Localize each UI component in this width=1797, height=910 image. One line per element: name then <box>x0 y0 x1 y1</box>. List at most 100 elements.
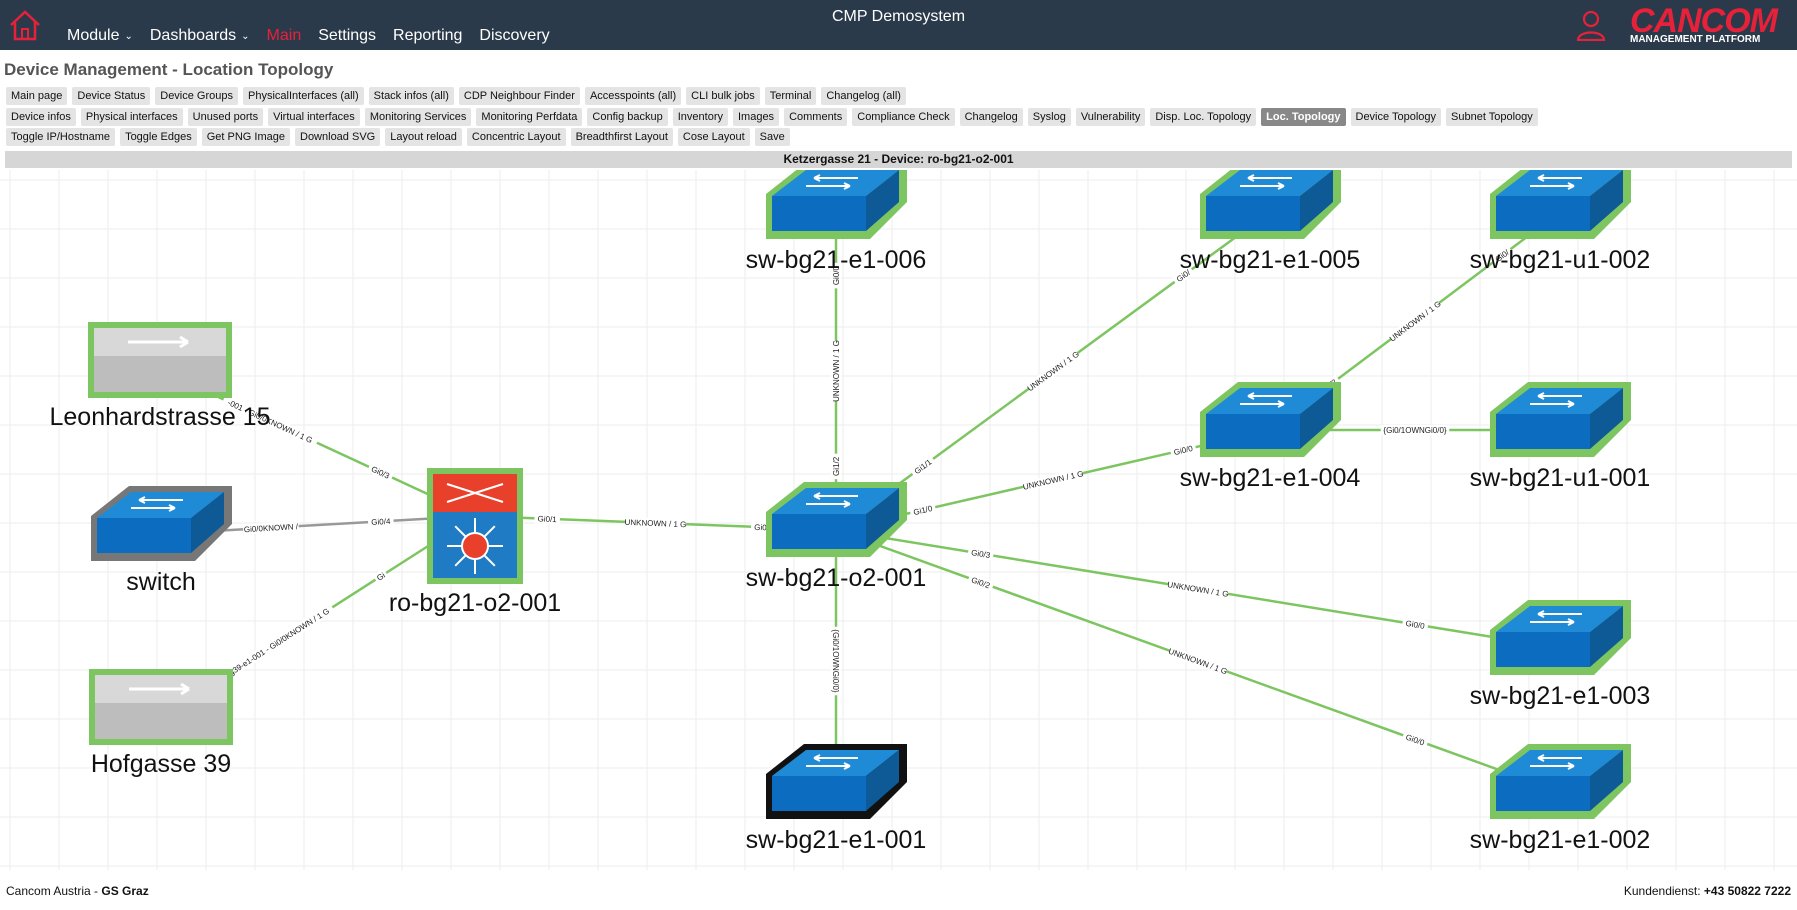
edge-label: UNKNOWN / 1 G <box>832 340 841 402</box>
location-front <box>94 356 226 392</box>
toolbar-button-concentric-layout[interactable]: Concentric Layout <box>466 128 566 146</box>
toolbar-button-main-page[interactable]: Main page <box>6 87 68 105</box>
toolbar-button-changelog-all[interactable]: Changelog (all) <box>821 87 906 105</box>
toolbar-row-main: Main page Device Status Device Groups Physi… <box>6 87 911 105</box>
nodes: Leonhardstrasse 15 Hofgasse 39 switch ro-bg… <box>50 164 1651 854</box>
edge-label: Gi0/3 <box>370 465 392 481</box>
edge-o2-e2[interactable]: Gi0/2 UNKNOWN / 1 G Gi0/0 <box>835 528 1561 794</box>
nav-module[interactable]: Module ⌄ <box>67 27 133 45</box>
toolbar-button-loc-topology[interactable]: Loc. Topology <box>1261 108 1346 126</box>
brand-logo: CANCOM MANAGEMENT PLATFORM <box>1630 3 1790 47</box>
toolbar-button-physicalinterfaces-all[interactable]: PhysicalInterfaces (all) <box>243 87 364 105</box>
topology-canvas[interactable]: -001 - Gi0/0KNOWN / 1 G Gi0/3 Gi0/0KNOWN /… <box>0 164 1797 870</box>
edge-o2-e3[interactable]: Gi0/3 UNKNOWN / 1 G Gi0/0 <box>835 528 1561 650</box>
node-label: sw-bg21-e1-006 <box>746 246 927 274</box>
toolbar-button-breadthfirst-layout[interactable]: Breadthfirst Layout <box>570 128 673 146</box>
switch-front <box>1496 632 1590 667</box>
toolbar-button-device-topology[interactable]: Device Topology <box>1350 108 1442 126</box>
toolbar-button-config-backup[interactable]: Config backup <box>587 108 668 126</box>
toolbar-button-subnet-topology[interactable]: Subnet Topology <box>1446 108 1538 126</box>
edge-label: UNKNOWN / 1 G <box>624 518 686 529</box>
edge-label: Gi0/0 <box>1405 733 1427 748</box>
node-label: sw-bg21-u1-001 <box>1470 464 1651 492</box>
footer-support-phone: +43 50822 7222 <box>1703 884 1791 898</box>
footer-right: Kundendienst: +43 50822 7222 <box>1624 884 1791 898</box>
toolbar-row-device: Device infos Physical interfaces Unused po… <box>6 108 1543 126</box>
toolbar-button-comments[interactable]: Comments <box>784 108 848 126</box>
nav-dashboards[interactable]: Dashboards ⌄ <box>150 27 250 45</box>
switch-front <box>1206 414 1300 449</box>
node-label: ro-bg21-o2-001 <box>389 589 561 617</box>
node-e2[interactable]: sw-bg21-e1-002 <box>1470 744 1651 854</box>
node-u1[interactable]: sw-bg21-u1-001 <box>1470 382 1651 492</box>
toolbar-button-vulnerability[interactable]: Vulnerability <box>1075 108 1146 126</box>
toolbar-button-disp-loc-topology[interactable]: Disp. Loc. Topology <box>1150 108 1257 126</box>
toolbar-button-get-png-image[interactable]: Get PNG Image <box>201 128 290 146</box>
system-name: CMP Demosystem <box>831 8 966 25</box>
toolbar-button-save[interactable]: Save <box>754 128 790 146</box>
edge-label: Gi1/0 <box>913 504 934 517</box>
nav-settings[interactable]: Settings <box>318 27 376 45</box>
node-label: sw-bg21-e1-002 <box>1470 826 1651 854</box>
topology-graph[interactable]: -001 - Gi0/0KNOWN / 1 GGi0/3Gi0/0KNOWN /… <box>0 164 1797 870</box>
nav-main[interactable]: Main <box>267 27 302 45</box>
toolbar-button-monitoring-services[interactable]: Monitoring Services <box>364 108 472 126</box>
toolbar-button-cli-bulk-jobs[interactable]: CLI bulk jobs <box>686 87 760 105</box>
toolbar-button-device-status[interactable]: Device Status <box>72 87 151 105</box>
home-icon[interactable] <box>8 9 42 41</box>
edge-label: Gi0/0 <box>1173 444 1194 457</box>
toolbar-button-images[interactable]: Images <box>732 108 780 126</box>
edge-label: UNKNOWN / 1 G <box>1388 299 1443 343</box>
node-label: sw-bg21-e1-001 <box>746 826 927 854</box>
nav-module-label: Module <box>67 27 120 44</box>
node-e1[interactable]: sw-bg21-e1-001 <box>746 744 927 854</box>
toolbar-button-toggle-edges[interactable]: Toggle Edges <box>120 128 197 146</box>
edge-label: Gi0/1 <box>537 514 557 524</box>
edge-label: Gi0/0KNOWN / <box>244 522 299 534</box>
toolbar-button-stack-infos-all[interactable]: Stack infos (all) <box>368 87 454 105</box>
toolbar-button-download-svg[interactable]: Download SVG <box>295 128 381 146</box>
toolbar-button-changelog[interactable]: Changelog <box>959 108 1023 126</box>
switch-front <box>1206 196 1300 231</box>
toolbar-button-unused-ports[interactable]: Unused ports <box>187 108 264 126</box>
switch-front <box>1496 776 1590 811</box>
node-switch[interactable]: switch <box>91 486 232 596</box>
user-icon[interactable] <box>1576 9 1606 41</box>
footer-support-label: Kundendienst: <box>1623 884 1704 898</box>
node-e6[interactable]: sw-bg21-e1-006 <box>746 164 927 274</box>
node-hof[interactable]: Hofgasse 39 <box>89 669 233 778</box>
toolbar-button-physical-interfaces[interactable]: Physical interfaces <box>80 108 183 126</box>
toolbar-button-terminal[interactable]: Terminal <box>764 87 817 105</box>
toolbar-button-monitoring-perfdata[interactable]: Monitoring Perfdata <box>476 108 583 126</box>
toolbar-button-toggle-ip-hostname[interactable]: Toggle IP/Hostname <box>6 128 116 146</box>
toolbar-button-device-infos[interactable]: Device infos <box>6 108 76 126</box>
node-o2[interactable]: sw-bg21-o2-001 <box>746 482 927 592</box>
switch-front <box>1496 414 1590 449</box>
edge-label: Gi0/0 <box>1405 619 1426 631</box>
toolbar-button-cdp-neighbour-finder[interactable]: CDP Neighbour Finder <box>458 87 580 105</box>
node-e3[interactable]: sw-bg21-e1-003 <box>1470 600 1651 710</box>
toolbar-button-cose-layout[interactable]: Cose Layout <box>677 128 750 146</box>
switch-front <box>97 518 191 553</box>
toolbar-row-layout: Toggle IP/Hostname Toggle Edges Get PNG Im… <box>6 128 795 146</box>
top-bar: CMP Demosystem Module ⌄ Dashboards ⌄ Main … <box>0 0 1797 50</box>
edge-label: Gi0/2 <box>970 575 992 590</box>
node-u2[interactable]: sw-bg21-u1-002 <box>1470 164 1651 274</box>
nav-discovery[interactable]: Discovery <box>479 27 549 45</box>
switch-front <box>1496 196 1590 231</box>
node-ro[interactable]: ro-bg21-o2-001 <box>389 468 561 617</box>
toolbar-button-layout-reload[interactable]: Layout reload <box>385 128 462 146</box>
toolbar-button-virtual-interfaces[interactable]: Virtual interfaces <box>268 108 360 126</box>
toolbar-button-inventory[interactable]: Inventory <box>672 108 728 126</box>
chevron-down-icon: ⌄ <box>241 31 250 42</box>
edge-label: UNKNOWN / 1 G <box>1026 350 1081 394</box>
toolbar-button-syslog[interactable]: Syslog <box>1027 108 1071 126</box>
node-label: sw-bg21-u1-002 <box>1470 246 1651 274</box>
switch-front <box>772 514 866 549</box>
edge-label: {Gi0/1OWNGi0/0} <box>831 629 840 692</box>
edge-label: UNKNOWN / 1 G <box>1167 647 1228 676</box>
toolbar-button-device-groups[interactable]: Device Groups <box>155 87 239 105</box>
toolbar-button-accesspoints-all[interactable]: Accesspoints (all) <box>584 87 682 105</box>
toolbar-button-compliance-check[interactable]: Compliance Check <box>852 108 955 126</box>
nav-reporting[interactable]: Reporting <box>393 27 462 45</box>
